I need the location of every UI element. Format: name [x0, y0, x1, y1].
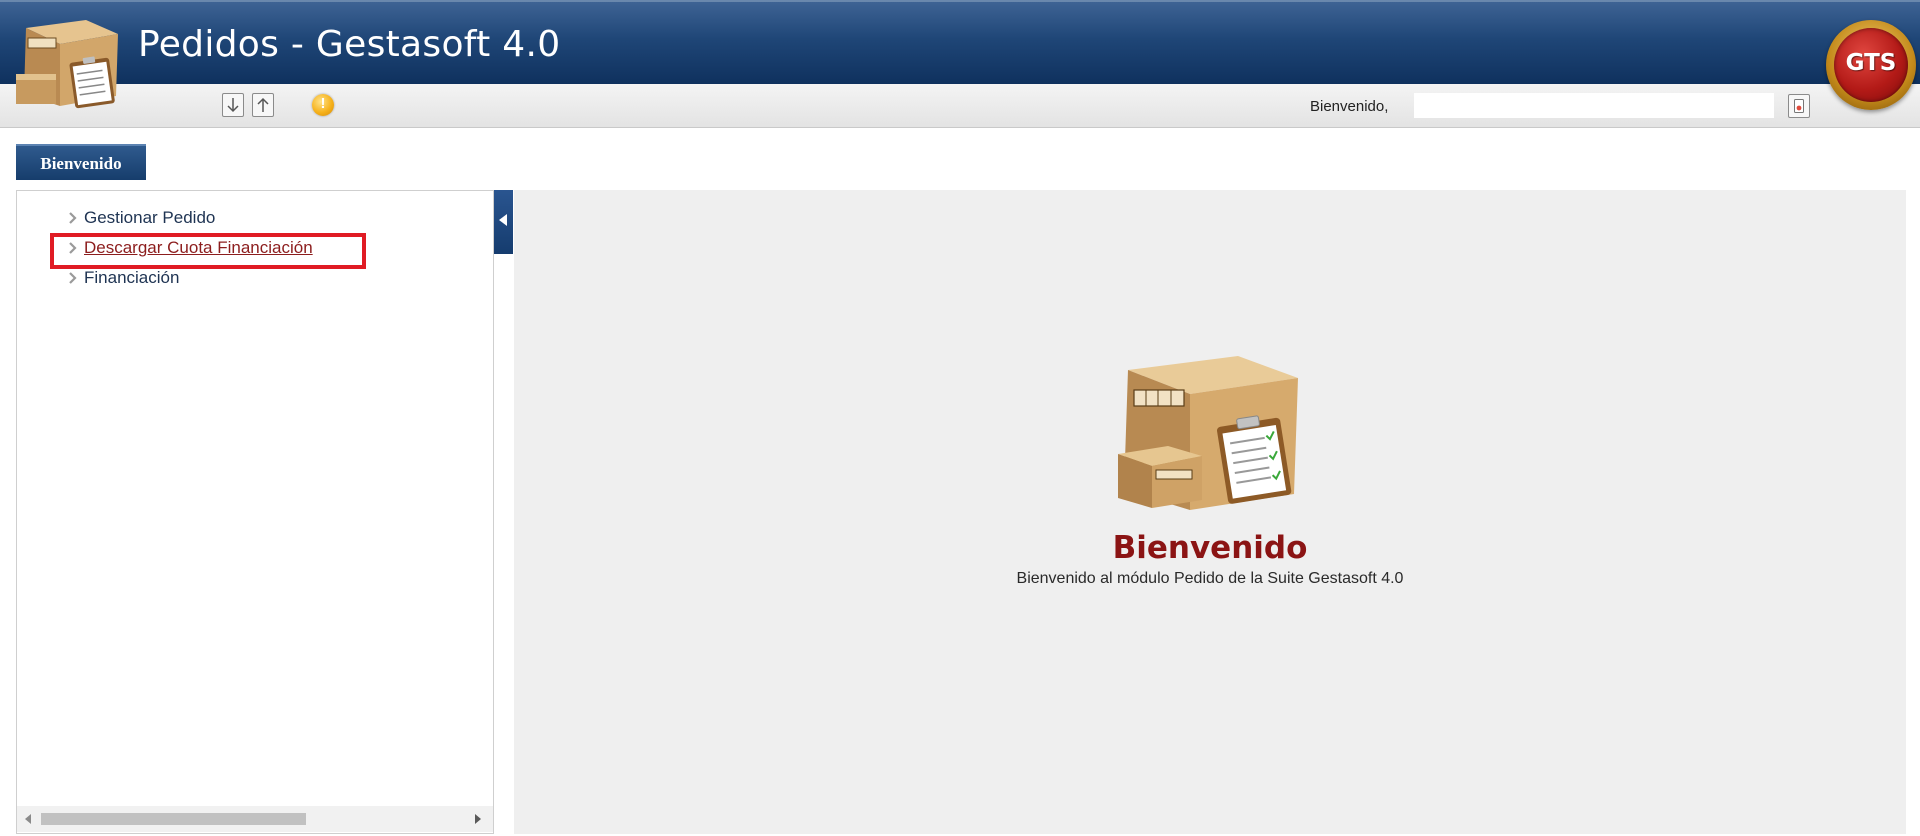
download-button[interactable]: [222, 93, 244, 117]
scroll-left-icon[interactable]: [25, 814, 31, 824]
arrow-up-icon: [257, 97, 269, 112]
chevron-right-icon: [69, 212, 77, 224]
user-name-field[interactable]: [1414, 93, 1774, 118]
welcome-label: Bienvenido,: [1310, 98, 1389, 115]
info-icon: !: [320, 95, 326, 112]
pedido-box-icon: [1118, 356, 1298, 510]
gts-logo-inner: GTS: [1834, 28, 1908, 102]
gts-logo-text: GTS: [1845, 50, 1897, 76]
gts-logo: GTS: [1826, 20, 1916, 110]
app-box-icon: [16, 20, 118, 109]
app-title: Pedidos - Gestasoft 4.0: [138, 24, 561, 65]
logout-icon: [1794, 99, 1804, 113]
scroll-right-icon[interactable]: [475, 814, 481, 824]
arrow-down-icon: [227, 98, 239, 113]
horizontal-scrollbar[interactable]: [17, 806, 493, 832]
scrollbar-thumb[interactable]: [41, 813, 306, 825]
highlight-annotation: [50, 233, 366, 269]
main-subtitle: Bienvenido al módulo Pedido de la Suite …: [1016, 570, 1404, 587]
upload-button[interactable]: [252, 93, 274, 117]
logout-button[interactable]: [1788, 94, 1810, 118]
sidebar-item-financiacion[interactable]: Financiación: [68, 268, 179, 292]
chevron-right-icon: [69, 272, 77, 284]
app-header: Pedidos - Gestasoft 4.0: [0, 0, 1920, 84]
info-button[interactable]: !: [312, 94, 334, 116]
sidebar-item-label: Financiación: [84, 268, 180, 287]
main-title: Bienvenido: [1112, 530, 1308, 566]
toolbar: ! Bienvenido,: [0, 84, 1920, 128]
tab-bienvenido[interactable]: Bienvenido: [16, 144, 146, 180]
sidebar-item-label: Gestionar Pedido: [84, 208, 216, 227]
collapse-sidebar-button[interactable]: [494, 190, 513, 254]
sidebar-item-gestionar-pedido[interactable]: Gestionar Pedido: [68, 208, 215, 232]
chevron-left-icon: [499, 214, 507, 226]
